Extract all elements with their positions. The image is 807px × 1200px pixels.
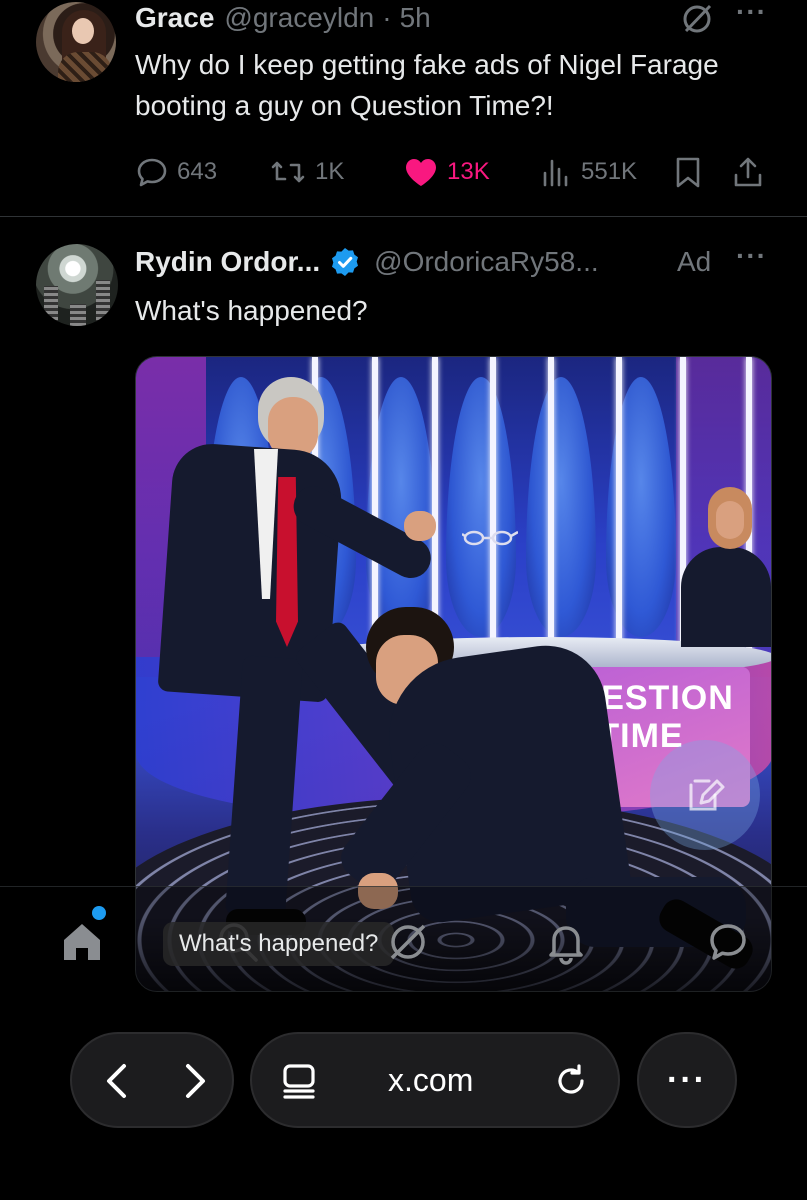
- share-icon: [734, 157, 762, 187]
- reply-button[interactable]: 643: [135, 150, 217, 194]
- repost-count: 1K: [315, 158, 345, 185]
- like-count: 13K: [447, 158, 490, 185]
- glasses-icon: [461, 529, 519, 547]
- verified-badge-icon: [330, 247, 360, 277]
- messages-icon[interactable]: [702, 916, 754, 968]
- bookmark-button[interactable]: [673, 150, 703, 194]
- view-count: 551K: [581, 158, 638, 185]
- avatar[interactable]: [36, 244, 118, 326]
- more-icon: ···: [667, 1060, 707, 1099]
- repost-button[interactable]: 1K: [269, 150, 344, 194]
- divider: [0, 216, 807, 217]
- notifications-icon[interactable]: [540, 916, 592, 968]
- views-button[interactable]: 551K: [539, 150, 637, 194]
- back-button[interactable]: [94, 1056, 144, 1106]
- tweet-text: Why do I keep getting fake ads of Nigel …: [135, 49, 719, 121]
- compose-button[interactable]: [650, 740, 760, 850]
- tweet-grace[interactable]: Grace @graceyldn · 5h ··· Why do I keep …: [0, 0, 807, 216]
- tweet-header: Rydin Ordor... @OrdoricaRy58...: [135, 244, 599, 280]
- grok-icon[interactable]: [680, 2, 714, 36]
- reload-icon[interactable]: [548, 1058, 594, 1104]
- compose-icon: [689, 779, 725, 811]
- repost-icon: [271, 161, 305, 183]
- user-handle[interactable]: @OrdoricaRy58...: [374, 246, 599, 278]
- bookmark-icon: [676, 157, 700, 188]
- heart-icon: [406, 159, 436, 186]
- like-button[interactable]: 13K: [403, 150, 490, 194]
- display-name[interactable]: Grace: [135, 2, 214, 34]
- grok-icon[interactable]: [382, 916, 434, 968]
- tweet-header: Grace @graceyldn · 5h: [135, 0, 431, 36]
- reply-count: 643: [177, 158, 218, 185]
- separator: ·: [382, 2, 392, 33]
- browser-nav-controls: [70, 1032, 234, 1128]
- more-options-icon[interactable]: ···: [736, 240, 767, 272]
- chevron-right-icon: [186, 1064, 205, 1098]
- chevron-left-icon: [107, 1064, 126, 1098]
- more-options-icon[interactable]: ···: [736, 0, 767, 28]
- home-icon[interactable]: [56, 916, 108, 968]
- ad-label: Ad: [677, 246, 712, 277]
- tweet-text: What's happened?: [135, 295, 368, 326]
- url-text[interactable]: x.com: [388, 1062, 473, 1099]
- avatar[interactable]: [36, 2, 116, 82]
- display-name[interactable]: Rydin Ordor...: [135, 246, 320, 278]
- analytics-icon: [543, 159, 568, 187]
- share-button[interactable]: [731, 150, 765, 194]
- user-handle[interactable]: @graceyldn: [224, 2, 374, 34]
- reader-mode-icon[interactable]: [276, 1058, 322, 1104]
- timestamp[interactable]: 5h: [400, 2, 431, 34]
- search-suggestion[interactable]: What's happened?: [163, 922, 395, 966]
- reply-icon: [137, 158, 167, 187]
- tweet-actions: 643 1K 13K 551K: [135, 150, 775, 194]
- browser-menu-button[interactable]: ···: [637, 1032, 737, 1128]
- forward-button[interactable]: [168, 1056, 218, 1106]
- address-bar[interactable]: x.com: [250, 1032, 620, 1128]
